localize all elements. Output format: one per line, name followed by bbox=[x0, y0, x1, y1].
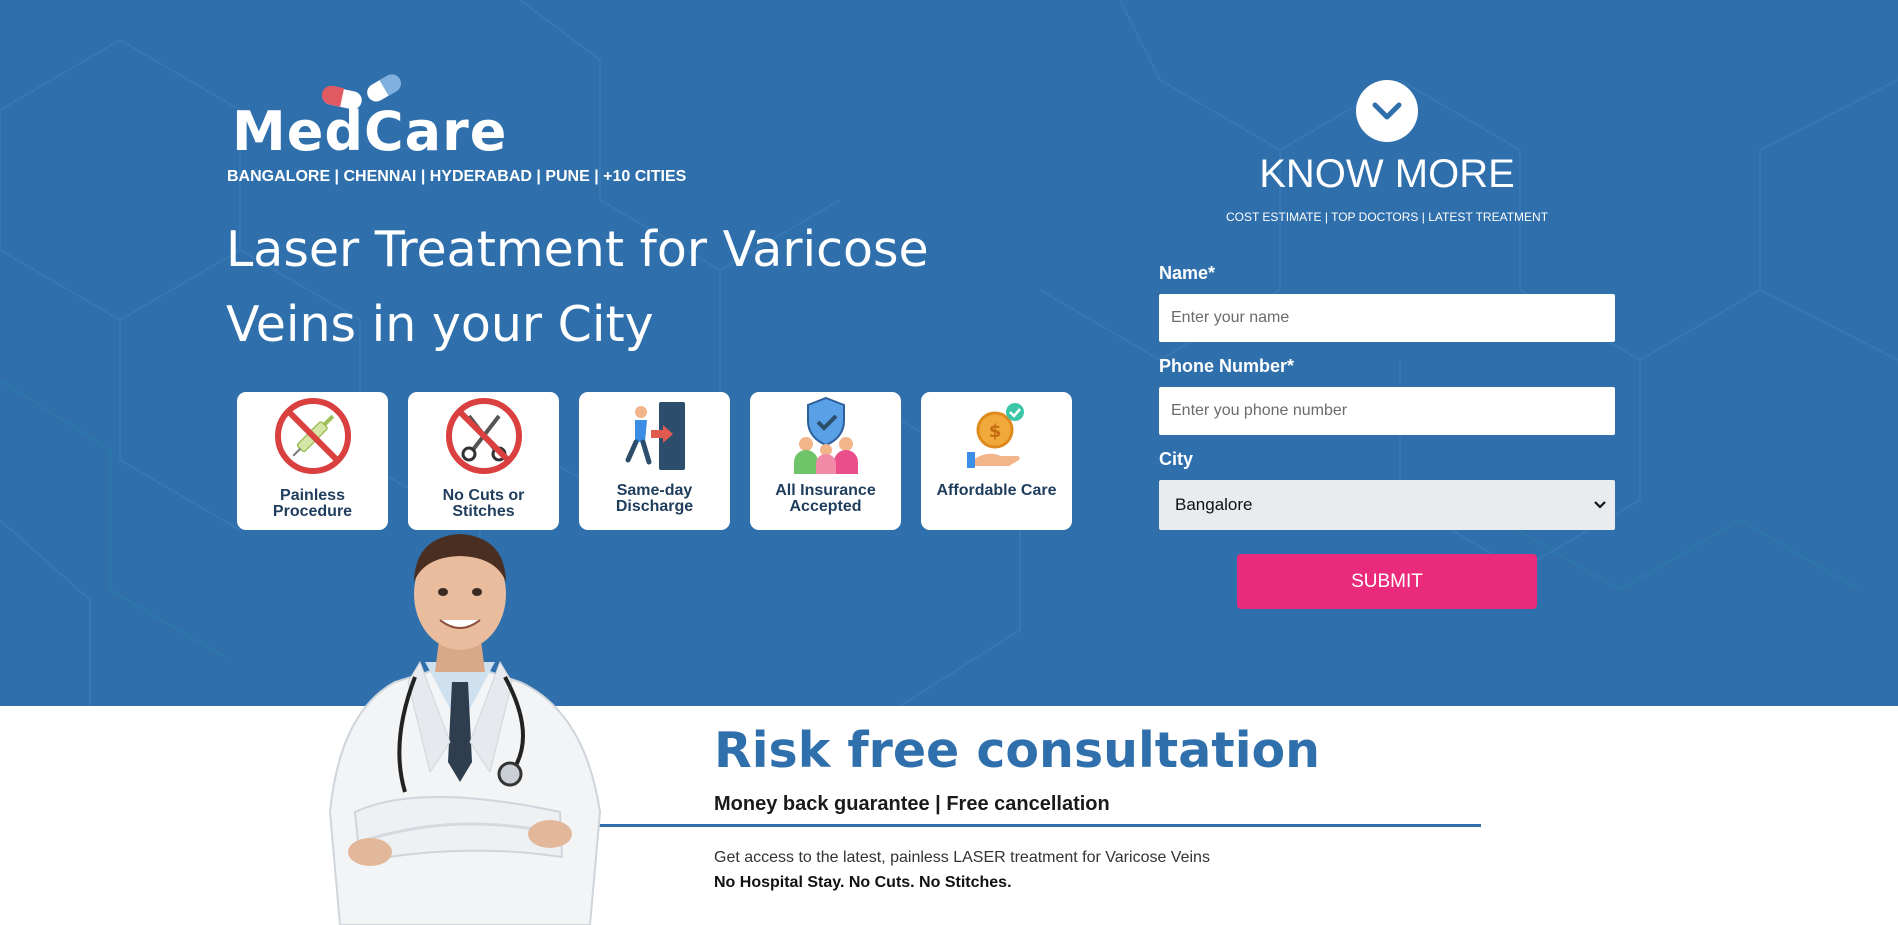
phone-label: Phone Number* bbox=[1159, 356, 1295, 376]
coin-hand-icon: $ bbox=[921, 400, 1072, 472]
doctor-image bbox=[328, 534, 602, 925]
name-label: Name* bbox=[1159, 263, 1216, 283]
medcare-logo[interactable]: MedCare bbox=[226, 72, 506, 163]
divider bbox=[594, 824, 1481, 827]
feature-card-discharge: Same-day Discharge bbox=[579, 392, 730, 530]
feature-label: Affordable Care bbox=[936, 482, 1057, 499]
svg-text:$: $ bbox=[988, 421, 1001, 442]
feature-card-insurance: All Insurance Accepted bbox=[750, 392, 901, 530]
form-title: KNOW MORE bbox=[1259, 152, 1515, 196]
no-scissors-icon bbox=[408, 396, 559, 476]
consultation-subtitle: Money back guarantee | Free cancellation bbox=[714, 793, 1110, 815]
city-label: City bbox=[1159, 449, 1194, 469]
hero-section: MedCare BANGALORE | CHENNAI | HYDERABAD … bbox=[0, 0, 1898, 706]
submit-button[interactable]: SUBMIT bbox=[1237, 554, 1537, 609]
scroll-down-button[interactable] bbox=[1356, 80, 1418, 142]
feature-label: All Insurance Accepted bbox=[775, 482, 876, 515]
consultation-emphasis: No Hospital Stay. No Cuts. No Stitches. bbox=[714, 874, 1012, 891]
feature-label: Same-day Discharge bbox=[615, 482, 694, 515]
feature-card-affordable: $ Affordable Care bbox=[921, 392, 1072, 530]
logo-text: MedCare bbox=[232, 100, 508, 163]
headline-line-1: Laser Treatment for Varicose bbox=[226, 221, 929, 278]
cities-list: BANGALORE | CHENNAI | HYDERABAD | PUNE |… bbox=[227, 168, 687, 185]
city-selected-value: Bangalore bbox=[1175, 495, 1253, 514]
chevron-down-icon bbox=[1594, 501, 1606, 509]
form-subtitle: COST ESTIMATE | TOP DOCTORS | LATEST TRE… bbox=[1225, 210, 1549, 224]
city-select[interactable]: Bangalore bbox=[1159, 480, 1615, 530]
feature-card-painless: Painless Procedure bbox=[237, 392, 388, 530]
insurance-shield-icon bbox=[750, 396, 901, 476]
headline-line-2: Veins in your City bbox=[226, 296, 654, 353]
feature-card-no-cuts: No Cuts or Stitches bbox=[408, 392, 559, 530]
hero-headline: Laser Treatment for Varicose Veins in yo… bbox=[226, 212, 1026, 362]
exit-door-icon bbox=[579, 400, 730, 472]
name-input[interactable] bbox=[1159, 294, 1615, 342]
no-injection-icon bbox=[237, 396, 388, 476]
consultation-title: Risk free consultation bbox=[714, 722, 1321, 779]
consultation-text: Get access to the latest, painless LASER… bbox=[714, 849, 1210, 866]
phone-input[interactable] bbox=[1159, 387, 1615, 435]
chevron-down-icon bbox=[1372, 102, 1402, 120]
